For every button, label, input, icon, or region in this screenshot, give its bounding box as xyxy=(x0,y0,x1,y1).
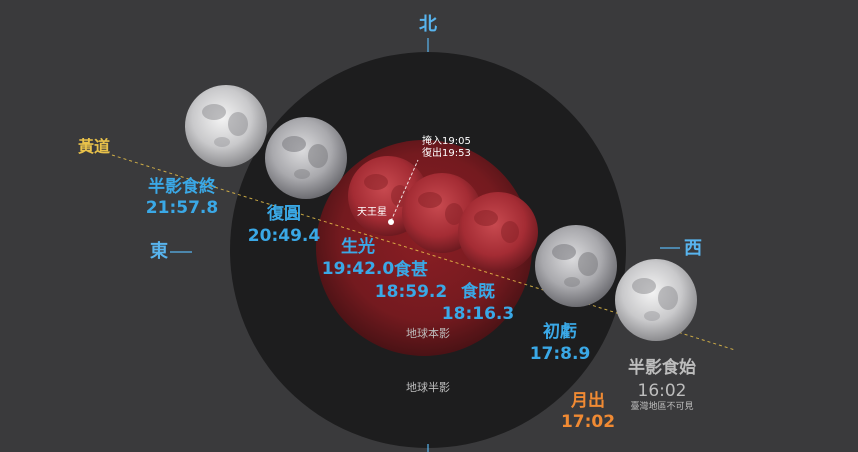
maximum-name: 食甚 xyxy=(394,260,428,280)
uranus-ingress: 掩入19:05 xyxy=(422,136,471,147)
west-label: 西 xyxy=(684,238,702,259)
moon-first-contact xyxy=(535,225,617,307)
penumbral-end-time: 21:57.8 xyxy=(145,198,219,218)
moonrise-time: 17:02 xyxy=(560,412,616,432)
third-contact-name: 生光 xyxy=(341,237,375,257)
second-contact-time: 18:16.3 xyxy=(441,304,515,324)
last-contact-name: 復圓 xyxy=(267,204,301,224)
moon-penumbra-end xyxy=(185,85,267,167)
penumbral-end-name: 半影食終 xyxy=(148,177,216,197)
second-contact-name: 食既 xyxy=(461,282,495,302)
penumbral-begin-time: 16:02 xyxy=(637,381,687,401)
penumbral-begin-name: 半影食始 xyxy=(628,358,696,378)
moon-last-contact xyxy=(265,117,347,199)
uranus-label: 天王星 xyxy=(357,207,387,218)
last-contact-time: 20:49.4 xyxy=(247,226,321,246)
lunar-eclipse-diagram: 北 東 西 黃道 地球本影 地球半影 天王星 掩入19:05 復出19:53 半… xyxy=(0,0,858,452)
uranus-dot xyxy=(388,219,394,225)
first-contact-time: 17:8.9 xyxy=(529,344,591,364)
penumbral-begin-note: 臺灣地區不可見 xyxy=(630,402,694,412)
north-label: 北 xyxy=(419,14,437,35)
moon-penumbra-begin xyxy=(615,259,697,341)
moon-second-contact xyxy=(458,192,538,272)
ecliptic-label: 黃道 xyxy=(78,137,111,156)
maximum-time: 18:59.2 xyxy=(374,282,448,302)
east-label: 東 xyxy=(150,241,168,262)
uranus-egress: 復出19:53 xyxy=(422,148,471,159)
moonrise-name: 月出 xyxy=(571,391,605,411)
umbra-label: 地球本影 xyxy=(406,327,450,340)
first-contact-name: 初虧 xyxy=(543,322,577,342)
third-contact-time: 19:42.0 xyxy=(321,259,395,279)
penumbra-label: 地球半影 xyxy=(406,381,450,394)
